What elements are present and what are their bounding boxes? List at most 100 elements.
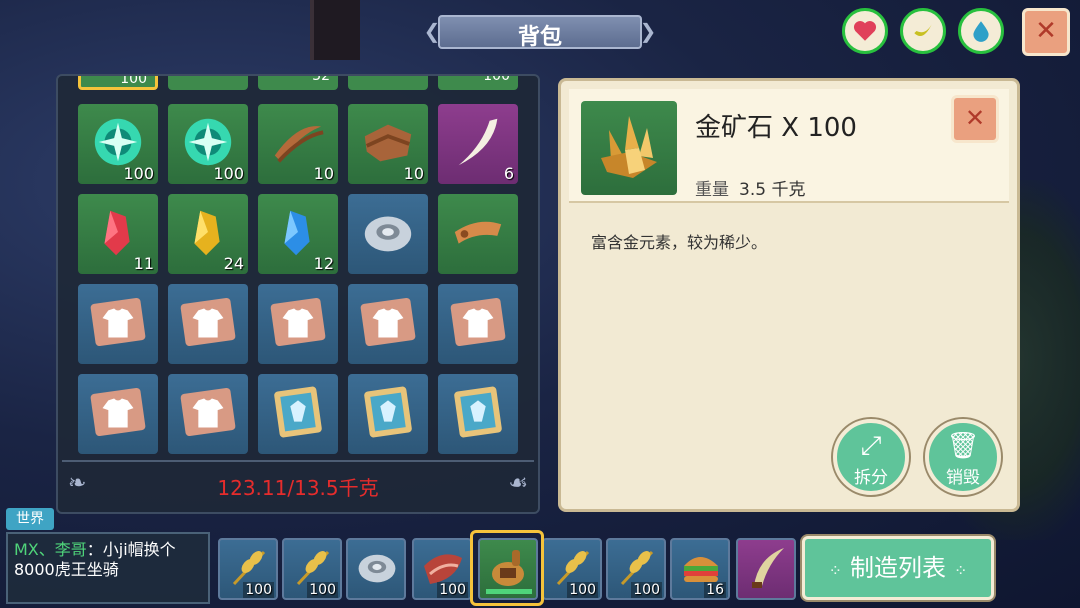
slot-quantity: 16 <box>704 582 726 598</box>
background-tower <box>310 0 360 60</box>
inventory-slot[interactable]: 100 <box>168 104 248 184</box>
inventory-slot[interactable] <box>348 284 428 364</box>
destroy-button[interactable]: 🗑 销毁 <box>925 419 1001 495</box>
item-weight: 重量 3.5 千克 <box>695 175 805 200</box>
chat-sender: MX、李哥 <box>14 540 87 559</box>
split-button-label: 拆分 <box>854 468 888 488</box>
heart-icon <box>853 21 877 41</box>
slot-quantity: 100 <box>307 582 338 598</box>
inventory-slot[interactable] <box>348 194 428 274</box>
hotbar-selection-frame <box>470 530 544 606</box>
ornament-left-icon: ⁘ <box>828 561 842 580</box>
window-title-bar: ❮ 背包 ❯ <box>420 13 660 51</box>
slot-quantity: 100 <box>631 582 662 598</box>
item-weight-label: 重量 <box>695 180 729 200</box>
green-orb-icon <box>88 112 148 172</box>
close-detail-button[interactable]: ✕ <box>951 95 999 143</box>
craft-list-button[interactable]: ⁘ 制造列表 ⁘ <box>802 536 994 600</box>
hotbar-slot[interactable]: 100 <box>282 538 342 600</box>
inventory-slot[interactable]: 100 <box>78 104 158 184</box>
hotbar-slot[interactable] <box>346 538 406 600</box>
slot-quantity: 6 <box>503 164 514 183</box>
inventory-grid: 100 100 10 10 6 11 24 12 <box>78 104 518 474</box>
item-name: 金矿石 X 100 <box>695 113 857 143</box>
inventory-slot[interactable] <box>438 284 518 364</box>
inventory-slot[interactable] <box>438 194 518 274</box>
inventory-slot[interactable]: 11 <box>78 194 158 274</box>
shirt-blueprint-icon <box>88 292 148 352</box>
inventory-slot[interactable]: 10 <box>258 104 338 184</box>
inventory-slot[interactable] <box>168 284 248 364</box>
hotbar-slot[interactable]: 100 <box>606 538 666 600</box>
inventory-slot[interactable] <box>78 374 158 454</box>
slot-quantity: 10 <box>403 164 424 183</box>
ornament-corner-icon: ☙ <box>508 471 528 496</box>
shirt-blueprint-icon <box>88 382 148 442</box>
armor-scroll-icon <box>358 382 418 442</box>
slot-quantity: 100 <box>213 164 244 183</box>
shirt-blueprint-icon <box>358 292 418 352</box>
chat-box[interactable]: MX、李哥：小ji帽换个 8000虎王坐骑 <box>6 532 210 604</box>
hotbar-slot[interactable]: 100 <box>412 538 472 600</box>
slot-quantity: 24 <box>223 254 244 273</box>
window-title: 背包 <box>517 25 562 50</box>
hotbar-slot[interactable] <box>736 538 796 600</box>
inventory-slot[interactable] <box>168 374 248 454</box>
slot-quantity: 10 <box>313 164 334 183</box>
slot-quantity: 100 <box>567 582 598 598</box>
shirt-blueprint-icon <box>178 382 238 442</box>
inventory-slot[interactable] <box>348 76 428 90</box>
inventory-slot[interactable]: 24 <box>168 194 248 274</box>
armor-scroll-icon <box>268 382 328 442</box>
fang-icon <box>448 112 508 172</box>
stone-disc-icon <box>358 202 418 262</box>
inventory-slot[interactable]: 100 <box>78 76 158 90</box>
hotbar-slot[interactable]: 100 <box>218 538 278 600</box>
chat-channel-tab[interactable]: 世界 <box>6 508 54 530</box>
blue-crystal-icon <box>268 202 328 262</box>
hotbar-slot[interactable]: 16 <box>670 538 730 600</box>
inventory-slot[interactable] <box>258 374 338 454</box>
inventory-slot[interactable] <box>348 374 428 454</box>
destroy-button-label: 销毁 <box>946 468 980 488</box>
close-inventory-button[interactable]: ✕ <box>1022 8 1070 56</box>
hunger-indicator <box>900 8 946 54</box>
shirt-blueprint-icon <box>448 292 508 352</box>
thirst-indicator <box>958 8 1004 54</box>
yellow-crystal-icon <box>178 202 238 262</box>
item-description: 富含金元素，较为稀少。 <box>591 233 768 252</box>
inventory-panel[interactable]: 100 32 100 100 100 10 10 6 11 24 12 ❧ 123.11/13… <box>56 74 540 514</box>
chat-message-tail: 8000虎王坐骑 <box>14 560 119 579</box>
inventory-weight-footer: ❧ 123.11/13.5千克 ☙ <box>62 460 534 506</box>
item-detail-panel: 金矿石 X 100 重量 3.5 千克 ✕ 富含金元素，较为稀少。 ⤢ 拆分 🗑 … <box>558 78 1020 512</box>
inventory-slot[interactable]: 12 <box>258 194 338 274</box>
inventory-slot[interactable]: 6 <box>438 104 518 184</box>
slot-quantity: 11 <box>133 254 154 273</box>
split-button[interactable]: ⤢ 拆分 <box>833 419 909 495</box>
wooden-paddle-icon <box>448 202 508 262</box>
inventory-slot[interactable] <box>168 76 248 90</box>
ornament-right-icon: ❯ <box>639 19 657 43</box>
slot-quantity: 100 <box>243 582 274 598</box>
inventory-slot[interactable]: 32 <box>258 76 338 90</box>
banana-icon <box>914 24 932 37</box>
inventory-slot[interactable]: 100 <box>438 76 518 90</box>
green-orb-icon <box>178 112 238 172</box>
item-weight-value: 3.5 千克 <box>739 180 806 200</box>
craft-list-label: 制造列表 <box>850 554 946 582</box>
gold-ore-icon <box>601 116 657 178</box>
red-crystal-icon <box>88 202 148 262</box>
inventory-slot[interactable] <box>258 284 338 364</box>
inventory-slot[interactable] <box>438 374 518 454</box>
ornament-right-icon: ⁘ <box>954 561 968 580</box>
inventory-partial-row: 100 32 100 <box>78 76 518 90</box>
water-drop-icon <box>973 21 989 42</box>
shirt-blueprint-icon <box>178 292 238 352</box>
hotbar-slot[interactable]: 100 <box>542 538 602 600</box>
health-indicator <box>842 8 888 54</box>
inventory-slot[interactable] <box>78 284 158 364</box>
armor-scroll-icon <box>448 382 508 442</box>
slot-quantity: 100 <box>437 582 468 598</box>
inventory-slot[interactable]: 10 <box>348 104 428 184</box>
slot-quantity: 100 <box>123 164 154 183</box>
